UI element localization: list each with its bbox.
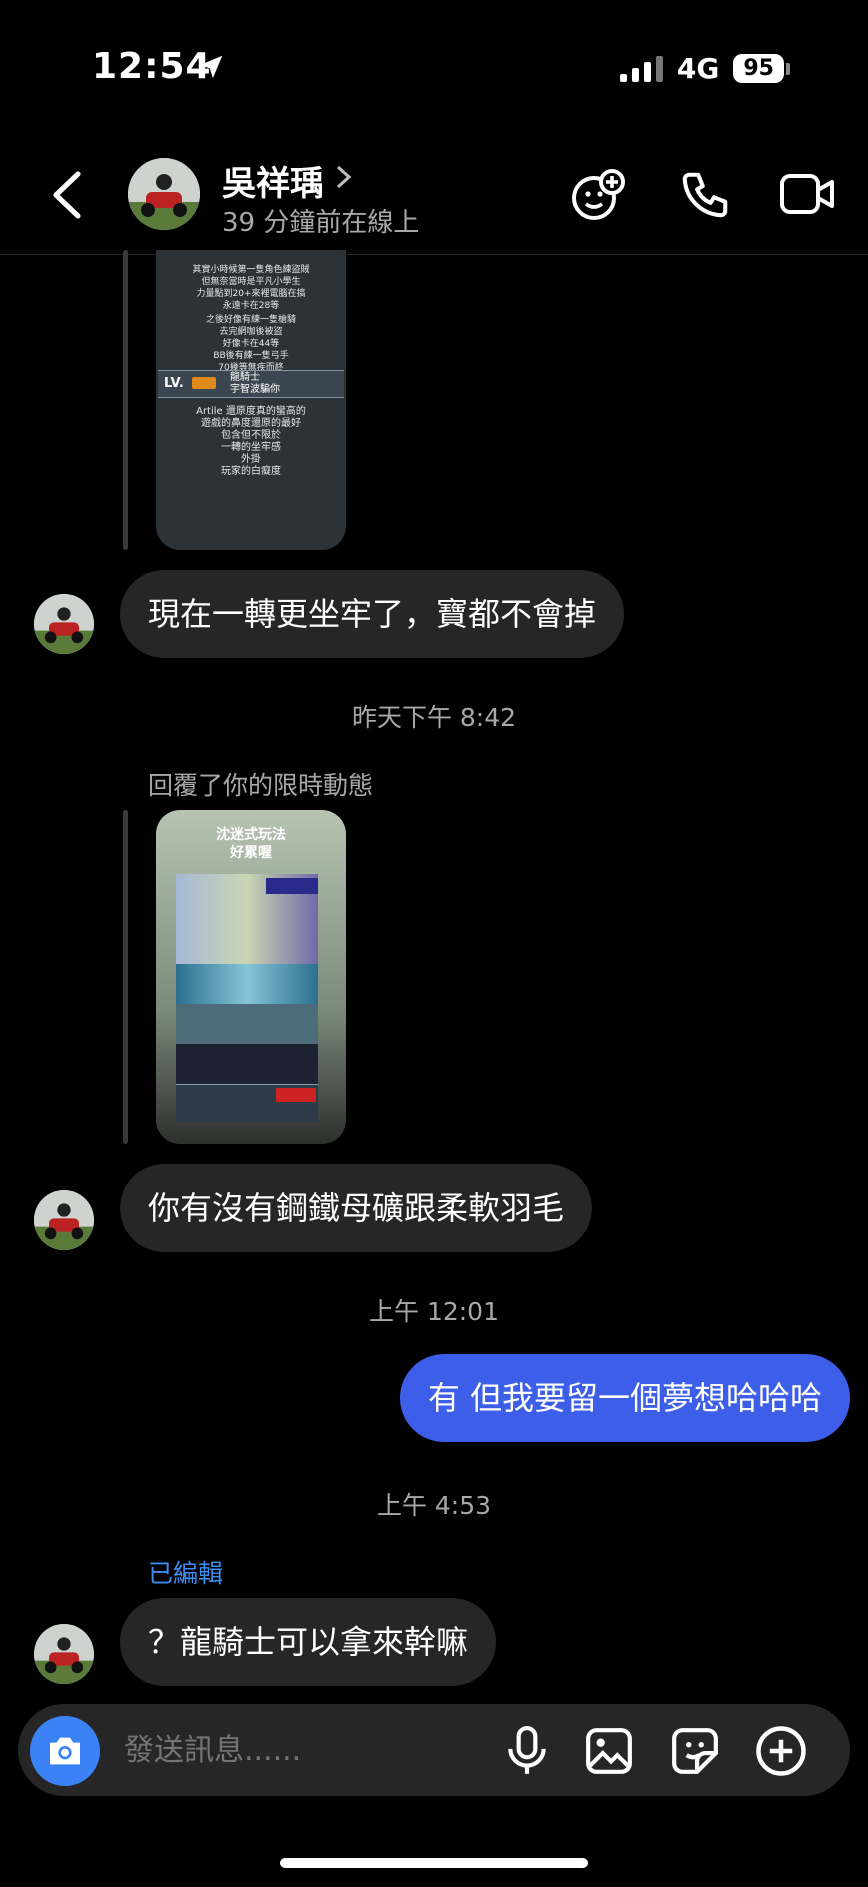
message-bubble-outgoing[interactable]: 有 但我要留一個夢想哈哈哈 [399,1354,850,1442]
timestamp: 上午 4:53 [376,1491,492,1520]
phone-icon[interactable] [678,168,732,222]
level-bar: LV. 龍騎士 宇智波騙你 [158,370,344,398]
level-label: LV. [164,376,184,391]
status-time: 12:54 [92,46,212,87]
message-bubble[interactable]: ？龍騎士可以拿來幹嘛 [120,1598,497,1686]
battery-level: 95 [733,54,784,83]
char-job: 龍騎士 [230,372,260,383]
contact-avatar[interactable] [128,158,200,230]
network-label: 4G [676,52,720,85]
avatar[interactable] [34,594,94,654]
plus-icon[interactable] [754,1724,808,1778]
story-thumbnail[interactable]: 沈迷式玩法 好累喔 [156,810,346,1144]
camera-button[interactable] [30,1716,100,1786]
contact-name[interactable]: 吳祥瑀 [222,156,324,205]
game-screenshot [176,874,318,1122]
camera-icon [50,1737,80,1765]
story-caption-line: 好累喔 [230,845,272,861]
signal-icon [619,55,663,82]
home-indicator [280,1858,588,1868]
gallery-icon[interactable] [584,1726,634,1776]
char-name: 宇智波騙你 [230,384,280,395]
reply-indicator [123,810,128,1144]
location-arrow-icon [199,55,223,79]
add-emoji-icon[interactable] [570,168,626,224]
reply-indicator [123,250,128,550]
avatar[interactable] [34,1190,94,1250]
story-caption-line: 沈迷式玩法 [216,827,286,843]
status-indicators: 4G 95 [619,52,790,85]
video-icon[interactable] [778,168,838,220]
back-chevron-icon[interactable] [48,170,88,220]
timestamp: 昨天下午 8:42 [351,703,517,732]
message-bubble[interactable]: 你有沒有鋼鐵母礦跟柔軟羽毛 [120,1164,593,1252]
microphone-icon[interactable] [506,1726,548,1776]
battery-icon: 95 [733,54,790,83]
message-input[interactable] [122,1732,486,1769]
message-bubble[interactable]: 現在一轉更坐牢了，寶都不會掉 [120,570,625,658]
chevron-right-icon[interactable] [334,164,354,190]
reply-label: 回覆了你的限時動態 [148,771,374,800]
timestamp: 上午 12:01 [369,1297,499,1326]
sticker-icon[interactable] [670,1726,720,1776]
edited-label: 已編輯 [148,1559,224,1588]
header-divider [0,254,868,255]
contact-status: 39 分鐘前在線上 [222,208,420,238]
story-thumbnail[interactable]: 其實小時候第一隻角色練盜賊 但無奈當時是平凡小學生 力量點到20+來裡電腦在搞 永遠卡… [156,250,346,550]
avatar[interactable] [34,1624,94,1684]
